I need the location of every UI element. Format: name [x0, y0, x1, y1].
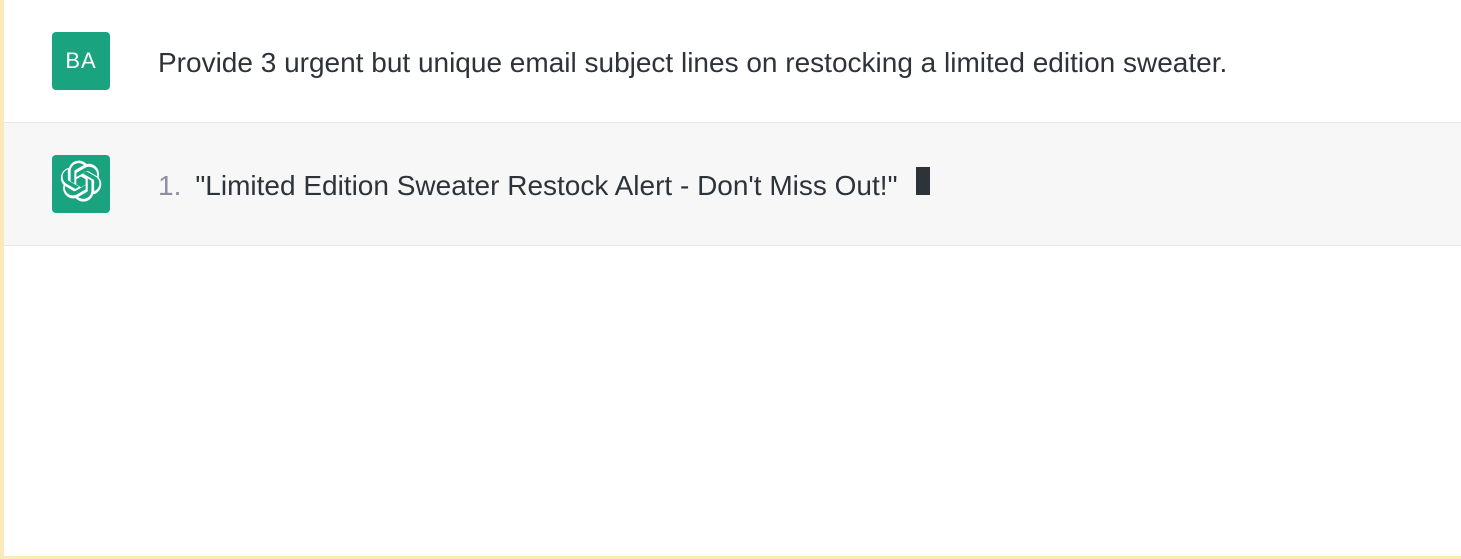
list-item-text: "Limited Edition Sweater Restock Alert -…	[195, 165, 897, 207]
assistant-message-row: 1. "Limited Edition Sweater Restock Aler…	[4, 122, 1461, 246]
assistant-message-content: 1. "Limited Edition Sweater Restock Aler…	[158, 155, 1461, 207]
assistant-avatar	[52, 155, 110, 213]
user-avatar-initials: BA	[65, 48, 96, 74]
user-message-row: BA Provide 3 urgent but unique email sub…	[4, 0, 1461, 122]
list-item-number: 1.	[158, 165, 181, 207]
list-item: 1. "Limited Edition Sweater Restock Aler…	[158, 165, 1461, 207]
user-message-text: Provide 3 urgent but unique email subjec…	[158, 32, 1461, 84]
openai-logo-icon	[60, 160, 102, 208]
typing-cursor-icon	[916, 167, 930, 195]
user-avatar: BA	[52, 32, 110, 90]
